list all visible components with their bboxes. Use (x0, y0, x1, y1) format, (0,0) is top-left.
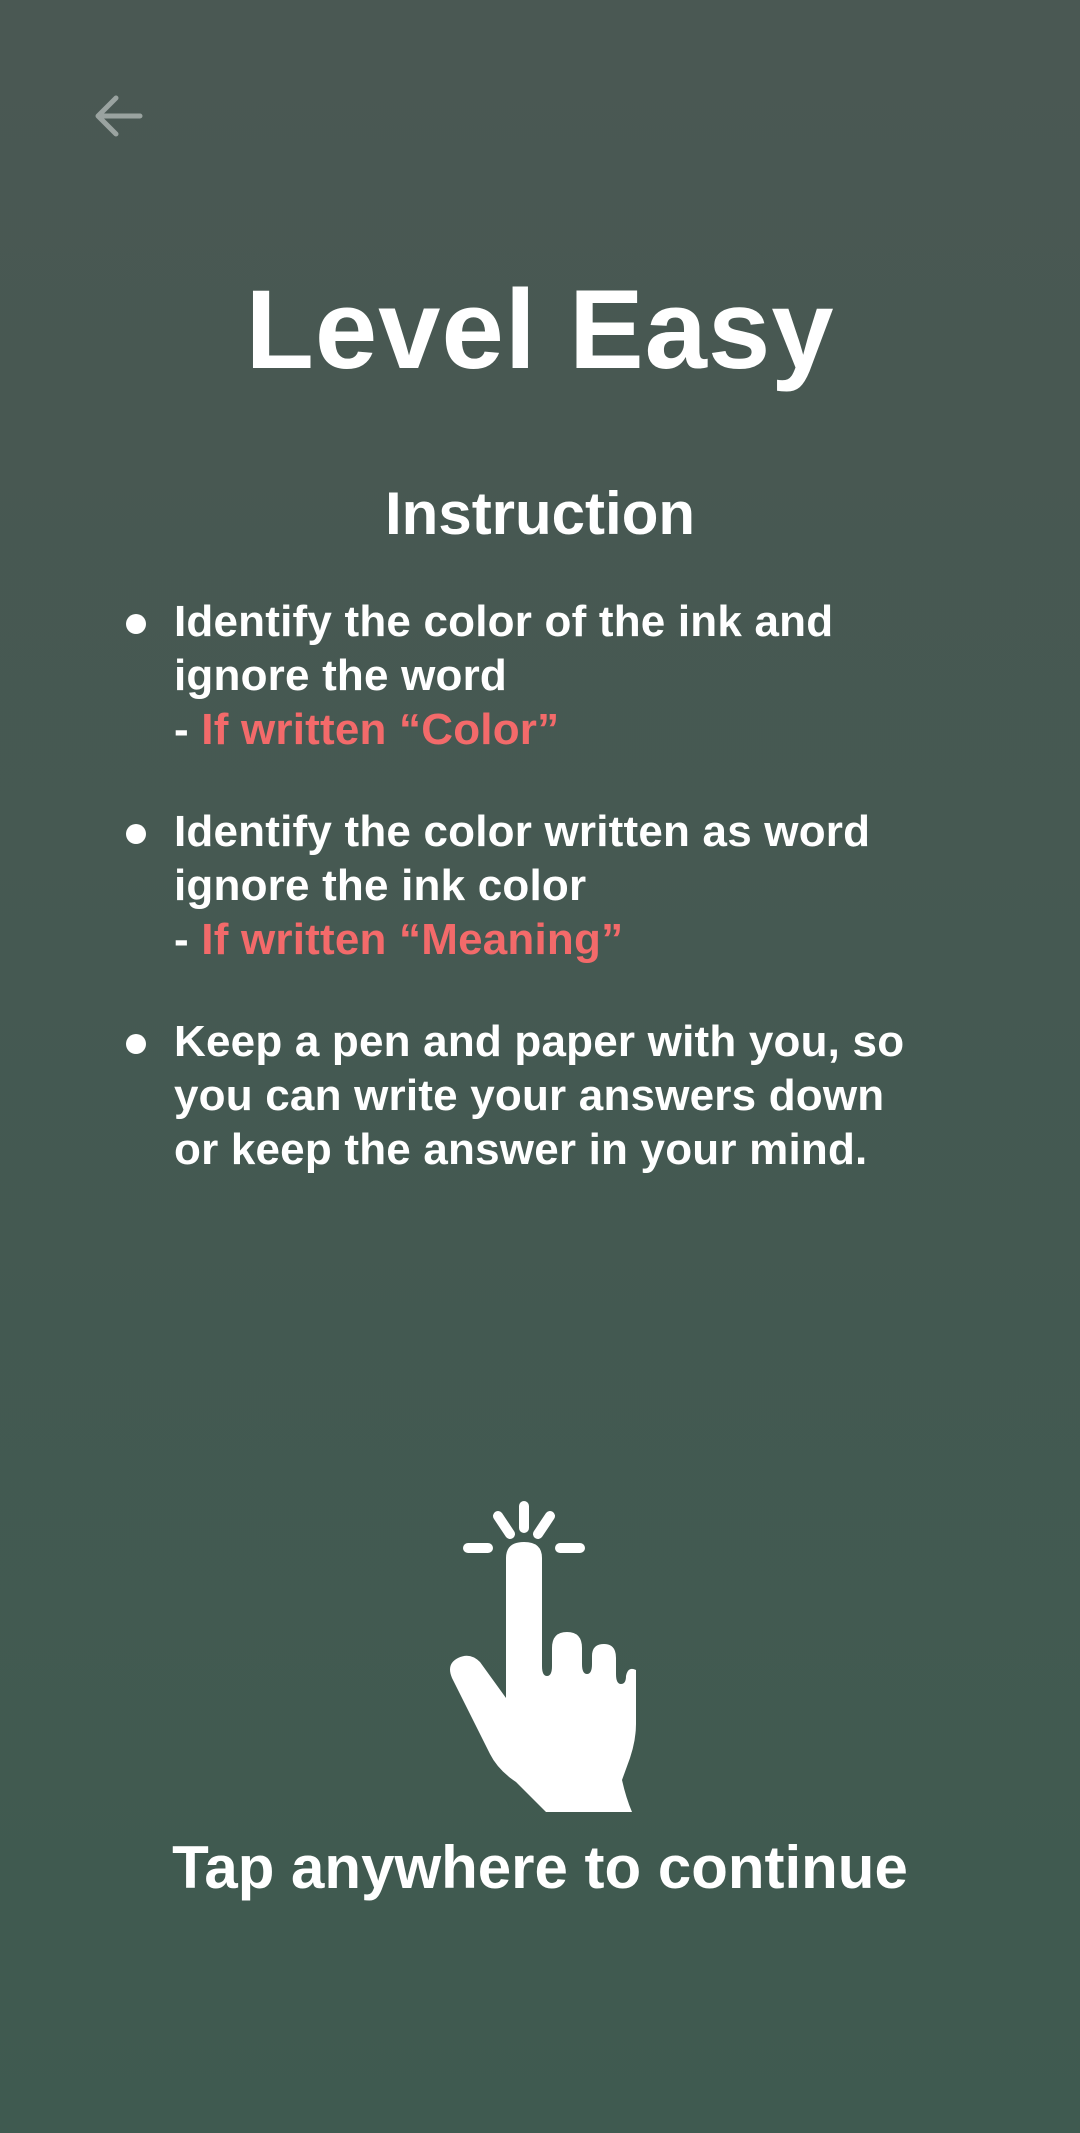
condition-highlight: If written “Meaning” (201, 915, 624, 964)
arrow-left-icon (95, 95, 143, 137)
tap-to-continue-area[interactable]: Level Easy Instruction Identify the colo… (0, 0, 1080, 2133)
instruction-line: Keep a pen and paper with you, so (174, 1017, 905, 1066)
back-button[interactable] (82, 80, 154, 152)
instruction-item: Keep a pen and paper with you, so you ca… (124, 1015, 944, 1177)
bullet-icon (126, 824, 146, 844)
condition-prefix: - (174, 915, 202, 964)
bullet-icon (126, 1034, 146, 1054)
instruction-line: Identify the color of the ink and (174, 597, 834, 646)
tap-hand-icon (450, 1501, 636, 1812)
instruction-condition: - If written “Color” (174, 703, 944, 757)
instruction-heading: Instruction (385, 480, 695, 547)
instruction-line: you can write your answers down (174, 1071, 885, 1120)
instruction-line: ignore the ink color (174, 861, 587, 910)
tap-to-continue-label: Tap anywhere to continue (172, 1834, 908, 1901)
instruction-condition: - If written “Meaning” (174, 913, 944, 967)
level-title: Level Easy (245, 267, 835, 392)
instruction-line: or keep the answer in your mind. (174, 1125, 868, 1174)
bullet-icon (126, 614, 146, 634)
instruction-line: ignore the word (174, 651, 507, 700)
instruction-list: Identify the color of the ink and ignore… (124, 595, 944, 1225)
instruction-item: Identify the color written as word ignor… (124, 805, 944, 967)
instruction-item: Identify the color of the ink and ignore… (124, 595, 944, 757)
condition-prefix: - (174, 705, 202, 754)
instruction-line: Identify the color written as word (174, 807, 871, 856)
condition-highlight: If written “Color” (201, 705, 560, 754)
